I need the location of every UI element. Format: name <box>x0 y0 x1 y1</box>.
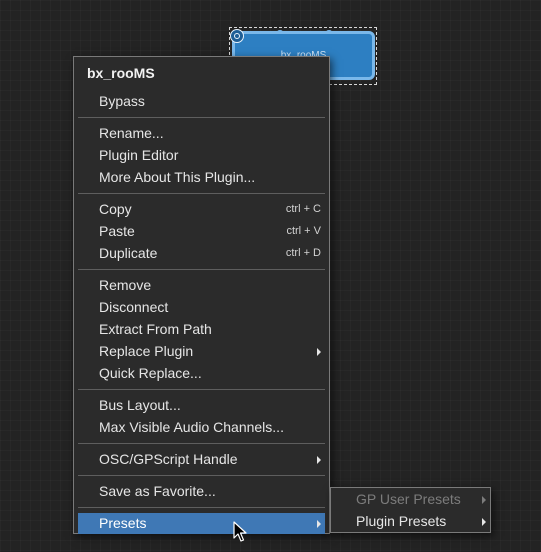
menu-item-save-as-favorite[interactable]: Save as Favorite... <box>78 481 325 502</box>
menu-item-label: Save as Favorite... <box>99 483 216 499</box>
menu-separator <box>78 193 325 194</box>
submenu-arrow-icon <box>317 348 321 356</box>
menu-item-replace-plugin[interactable]: Replace Plugin <box>78 341 325 362</box>
menu-item-label: Quick Replace... <box>99 365 202 381</box>
menu-item-label: Plugin Editor <box>99 147 179 163</box>
submenu-arrow-icon <box>317 456 321 464</box>
menu-item-copy[interactable]: Copy ctrl + C <box>78 199 325 220</box>
menu-item-shortcut: ctrl + V <box>286 225 321 237</box>
plugin-context-menu: bx_rooMS Bypass Rename... Plugin Editor Mor… <box>73 56 330 534</box>
mouse-cursor-icon <box>233 521 247 542</box>
menu-item-label: Extract From Path <box>99 321 212 337</box>
menu-item-label: Paste <box>99 223 135 239</box>
menu-item-label: Disconnect <box>99 299 169 315</box>
menu-item-rename[interactable]: Rename... <box>78 123 325 144</box>
menu-item-paste[interactable]: Paste ctrl + V <box>78 221 325 242</box>
menu-item-max-visible-audio-channels[interactable]: Max Visible Audio Channels... <box>78 417 325 438</box>
menu-item-label: Max Visible Audio Channels... <box>99 419 284 435</box>
submenu-item-label: Plugin Presets <box>356 513 447 529</box>
menu-item-quick-replace[interactable]: Quick Replace... <box>78 363 325 384</box>
menu-separator <box>78 443 325 444</box>
menu-item-shortcut: ctrl + C <box>285 203 321 215</box>
menu-item-label: OSC/GPScript Handle <box>99 451 238 467</box>
menu-title: bx_rooMS <box>87 65 155 81</box>
menu-item-more-about-this-plugin[interactable]: More About This Plugin... <box>78 167 325 188</box>
submenu-item-gp-user-presets: GP User Presets <box>331 489 490 510</box>
menu-separator <box>78 507 325 508</box>
menu-item-label: Bus Layout... <box>99 397 181 413</box>
menu-item-label: Duplicate <box>99 245 158 261</box>
submenu-item-plugin-presets[interactable]: Plugin Presets <box>331 511 490 532</box>
menu-separator <box>78 475 325 476</box>
submenu-arrow-icon <box>317 520 321 528</box>
menu-item-label: Copy <box>99 201 132 217</box>
menu-item-label: Rename... <box>99 125 164 141</box>
submenu-arrow-icon <box>482 496 486 504</box>
menu-item-disconnect[interactable]: Disconnect <box>78 297 325 318</box>
menu-item-presets[interactable]: Presets <box>78 513 325 534</box>
menu-separator <box>78 269 325 270</box>
menu-item-label: Remove <box>99 277 152 293</box>
menu-item-extract-from-path[interactable]: Extract From Path <box>78 319 325 340</box>
submenu-item-label: GP User Presets <box>356 491 461 507</box>
menu-item-shortcut: ctrl + D <box>285 247 321 259</box>
menu-item-label: Bypass <box>99 93 145 109</box>
menu-separator <box>78 389 325 390</box>
menu-item-bus-layout[interactable]: Bus Layout... <box>78 395 325 416</box>
menu-item-remove[interactable]: Remove <box>78 275 325 296</box>
menu-item-label: More About This Plugin... <box>99 169 256 185</box>
menu-item-label: Replace Plugin <box>99 343 194 359</box>
menu-separator <box>78 117 325 118</box>
menu-item-osc-gpscript-handle[interactable]: OSC/GPScript Handle <box>78 449 325 470</box>
plugin-settings-icon[interactable] <box>230 29 244 43</box>
presets-submenu: GP User Presets Plugin Presets <box>330 487 491 533</box>
menu-item-bypass[interactable]: Bypass <box>78 91 325 112</box>
menu-item-duplicate[interactable]: Duplicate ctrl + D <box>78 243 325 264</box>
menu-item-plugin-editor[interactable]: Plugin Editor <box>78 145 325 166</box>
submenu-arrow-icon <box>482 518 486 526</box>
menu-item-label: Presets <box>99 515 147 531</box>
